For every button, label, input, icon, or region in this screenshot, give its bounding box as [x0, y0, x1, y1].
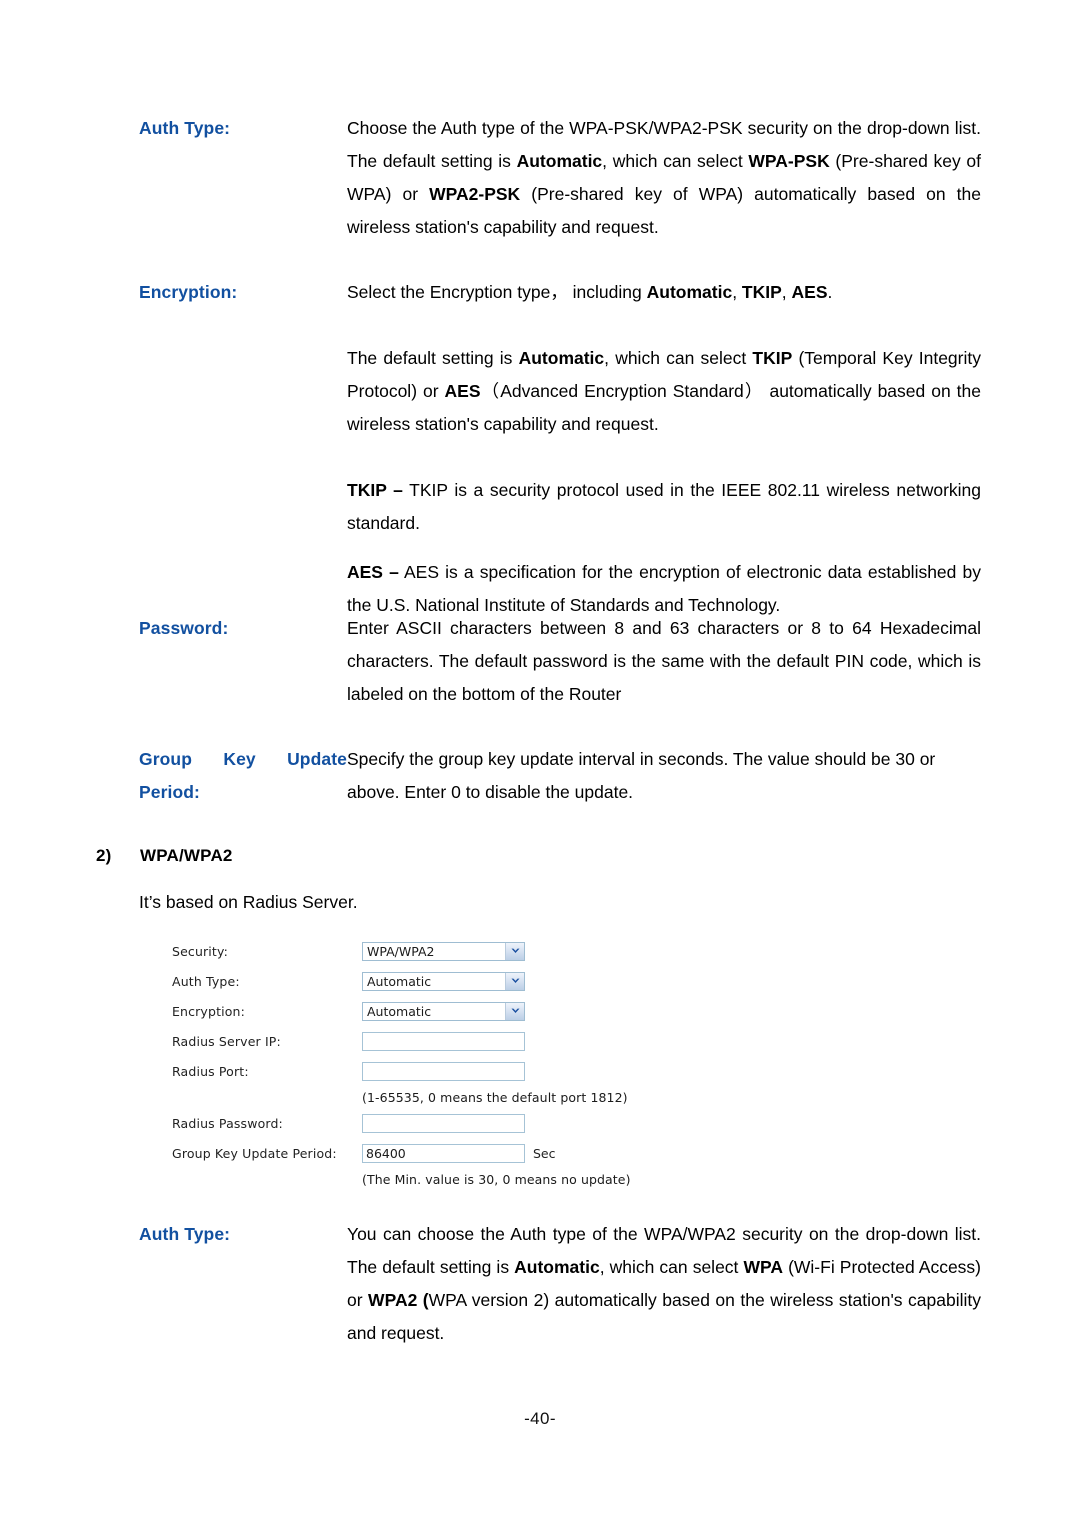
input-radiuspassword[interactable] — [362, 1113, 525, 1133]
radius-server-note: It’s based on Radius Server. — [139, 892, 358, 912]
body-auth-type-wpa: You can choose the Auth type of the WPA/… — [347, 1218, 981, 1350]
field-area — [362, 1061, 525, 1081]
term-word: Update — [287, 749, 347, 769]
field-label: Radius Port: — [172, 1063, 249, 1079]
paragraph: Choose the Auth type of the WPA-PSK/WPA2… — [347, 118, 981, 237]
field-area — [362, 1113, 525, 1133]
term-line: Group Key Update — [139, 743, 347, 776]
router-security-form: Security: WPA/WPA2 Auth Type: Automatic Encr… — [172, 936, 792, 1190]
form-row: Group Key Update Period: 86400 Sec — [172, 1138, 792, 1168]
field-area: 86400 Sec — [362, 1143, 556, 1163]
heading-number: 2) — [96, 846, 112, 865]
definition-row-encryption: Encryption: Select the Encryption type， … — [139, 276, 981, 622]
document-page: Auth Type: Choose the Auth type of the W… — [0, 0, 1080, 1527]
chevron-down-icon[interactable] — [505, 942, 524, 960]
form-row: Security: WPA/WPA2 — [172, 936, 792, 966]
form-row: Encryption: Automatic — [172, 996, 792, 1026]
term-password: Password: — [139, 618, 229, 638]
definition-row-group-key-update-period: Group Key Update Period: Specify the group … — [139, 743, 981, 809]
heading-wpa-wpa2: 2) WPA/WPA2 — [96, 843, 233, 869]
term-auth-type-wpa: Auth Type: — [139, 1224, 231, 1244]
definition-row-auth-type: Auth Type: Choose the Auth type of the W… — [139, 112, 981, 244]
term-auth-type: Auth Type: — [139, 118, 231, 138]
definition-row-auth-type-wpa: Auth Type: You can choose the Auth type … — [139, 1218, 981, 1350]
hint-row: (1-65535, 0 means the default port 1812) — [172, 1086, 792, 1108]
form-row: Radius Port: — [172, 1056, 792, 1086]
body-password: Enter ASCII characters between 8 and 63 … — [347, 612, 981, 711]
page-number: -40- — [524, 1409, 556, 1428]
select-value: Automatic — [367, 1003, 432, 1019]
select-encryption[interactable]: Automatic — [362, 1001, 525, 1021]
field-area: WPA/WPA2 — [362, 941, 525, 961]
field-hint: (The Min. value is 30, 0 means no update… — [362, 1171, 631, 1187]
body-group-key-update-period: Specify the group key update interval in… — [347, 743, 981, 809]
select-value: WPA/WPA2 — [367, 943, 435, 959]
field-unit: Sec — [533, 1145, 556, 1161]
body-auth-type: Choose the Auth type of the WPA-PSK/WPA2… — [347, 112, 981, 244]
form-row: Radius Server IP: — [172, 1026, 792, 1056]
chevron-down-icon[interactable] — [505, 972, 524, 990]
select-value: Automatic — [367, 973, 432, 989]
term-group-key-update-period: Group Key Update Period: — [139, 743, 347, 809]
form-row: Radius Password: — [172, 1108, 792, 1138]
paragraph: TKIP – TKIP is a security protocol used … — [347, 480, 981, 533]
field-area — [362, 1031, 525, 1051]
input-radiusserverip[interactable] — [362, 1031, 525, 1051]
term-word: Key — [223, 749, 256, 769]
form-row: Auth Type: Automatic — [172, 966, 792, 996]
definition-row-password: Password: Enter ASCII characters between… — [139, 612, 981, 711]
input-groupkeyupdateperiod[interactable]: 86400 — [362, 1143, 525, 1163]
field-label: Radius Password: — [172, 1115, 283, 1131]
paragraph: Select the Encryption type， including Au… — [347, 282, 833, 302]
term-word: Group — [139, 749, 192, 769]
paragraph: Specify the group key update interval in… — [347, 749, 936, 802]
field-label: Radius Server IP: — [172, 1033, 281, 1049]
chevron-down-icon[interactable] — [505, 1002, 524, 1020]
heading-label: WPA/WPA2 — [140, 846, 233, 865]
input-radiusport[interactable] — [362, 1061, 525, 1081]
hint-row: (The Min. value is 30, 0 means no update… — [172, 1168, 792, 1190]
field-label: Encryption: — [172, 1003, 245, 1019]
field-label: Group Key Update Period: — [172, 1145, 337, 1161]
body-encryption: Select the Encryption type， including Au… — [347, 276, 981, 622]
field-label: Auth Type: — [172, 973, 240, 989]
select-authtype[interactable]: Automatic — [362, 971, 525, 991]
term-word: Period: — [139, 782, 200, 802]
term-encryption: Encryption: — [139, 282, 238, 302]
term-line: Period: — [139, 776, 347, 809]
field-area: Automatic — [362, 1001, 525, 1021]
field-area: Automatic — [362, 971, 525, 991]
field-label: Security: — [172, 943, 228, 959]
field-hint: (1-65535, 0 means the default port 1812) — [362, 1089, 628, 1105]
select-security[interactable]: WPA/WPA2 — [362, 941, 525, 961]
paragraph: You can choose the Auth type of the WPA/… — [347, 1224, 981, 1343]
paragraph: The default setting is Automatic, which … — [347, 348, 981, 434]
paragraph: Enter ASCII characters between 8 and 63 … — [347, 618, 981, 704]
